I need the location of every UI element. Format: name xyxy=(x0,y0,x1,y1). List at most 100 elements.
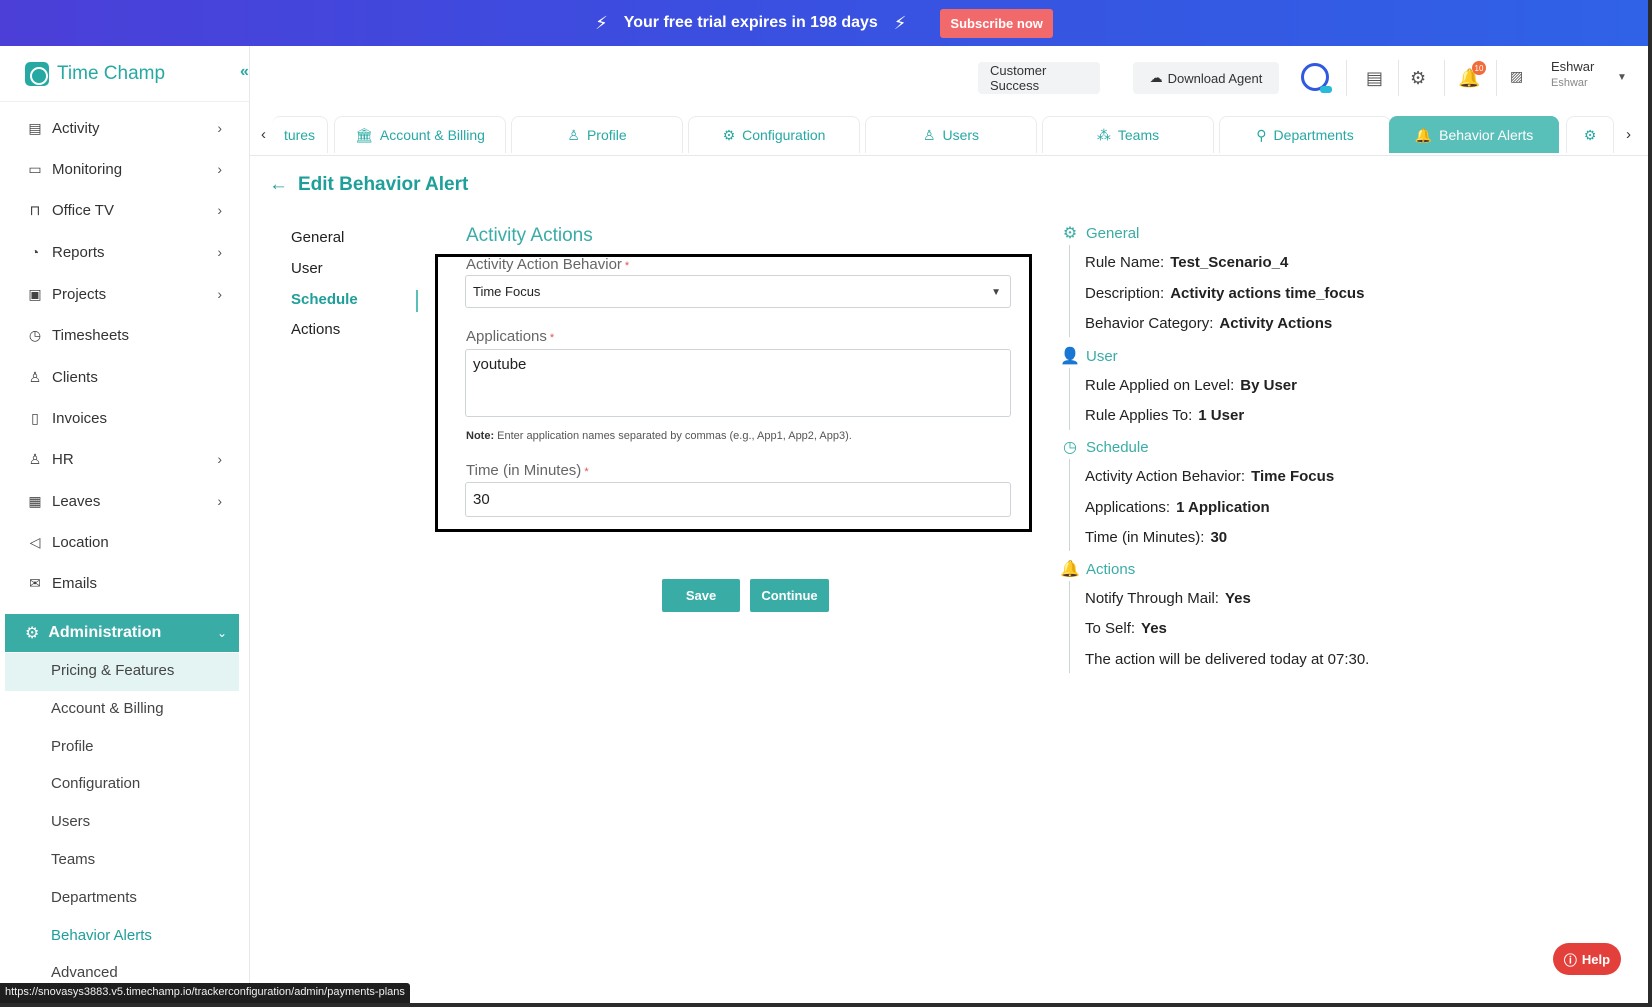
user-subtitle: Eshwar xyxy=(1551,77,1588,89)
clock-icon: ◷ xyxy=(28,326,42,343)
gear-icon: ⚙ xyxy=(1062,225,1078,242)
dropdown-caret-icon: ▼ xyxy=(991,287,1001,298)
tab-configuration[interactable]: ⚙ Configuration xyxy=(688,116,860,153)
clock-icon: ◷ xyxy=(1063,439,1077,456)
teams-icon: ⁂ xyxy=(1096,126,1111,143)
trial-text: Your free trial expires in 198 days xyxy=(623,14,878,31)
tab-users[interactable]: ♙ Users xyxy=(865,116,1037,153)
chevron-down-icon: ⌄ xyxy=(216,626,227,640)
applications-textarea[interactable]: youtube xyxy=(465,349,1011,417)
sidebar-item-office-tv[interactable]: ⊓ Office TV › xyxy=(24,195,230,225)
sidebar-item-invoices[interactable]: ▯ Invoices xyxy=(24,403,230,433)
sidebar-item-hr[interactable]: ♙ HR › xyxy=(24,444,230,474)
double-chevron-left-icon[interactable]: « xyxy=(240,63,249,81)
document-icon[interactable]: ▤ xyxy=(1366,68,1383,89)
gear-icon[interactable]: ⚙ xyxy=(1410,68,1426,89)
summary-category: Behavior Category: Activity Actions xyxy=(1085,315,1333,332)
mail-icon: ✉ xyxy=(29,574,41,591)
tab-advanced[interactable]: ⚙ xyxy=(1566,116,1614,153)
summary-general-heading: ⚙ General xyxy=(1060,223,1140,243)
subscribe-button[interactable]: Subscribe now xyxy=(940,8,1053,38)
sidebar-sub-departments[interactable]: Departments xyxy=(51,889,137,906)
applications-note: Note: Enter application names separated … xyxy=(466,430,852,442)
sidebar-item-emails[interactable]: ✉ Emails xyxy=(24,568,230,598)
app-window: ⚡ Your free trial expires in 198 days ⚡ … xyxy=(0,0,1648,1003)
tab-pricing-features[interactable]: tures xyxy=(272,116,328,153)
applications-label: Applications * xyxy=(466,328,555,345)
chevron-right-icon: › xyxy=(217,493,222,509)
sidebar-sub-teams[interactable]: Teams xyxy=(51,851,95,868)
behavior-label: Activity Action Behavior * xyxy=(466,256,630,273)
chevron-right-icon: › xyxy=(217,202,222,218)
summary-rail xyxy=(1069,245,1070,337)
question-circle-icon: ⓘ xyxy=(1563,952,1577,968)
summary-description: Description: Activity actions time_focus xyxy=(1085,285,1365,302)
step-schedule[interactable]: Schedule xyxy=(291,291,358,308)
sidebar-sub-configuration[interactable]: Configuration xyxy=(51,775,140,792)
person-icon: ♙ xyxy=(567,126,580,143)
behavior-select[interactable]: Time Focus ▼ xyxy=(465,275,1011,308)
summary-actions-heading: 🔔 Actions xyxy=(1060,560,1136,579)
sidebar: Time Champ « ▤ Activity › ▭ Monitoring ›… xyxy=(0,46,250,1003)
arrow-left-icon[interactable]: ← xyxy=(269,174,288,196)
tab-scroll-left-icon[interactable]: ‹ xyxy=(261,126,266,143)
time-input[interactable]: 30 xyxy=(465,482,1011,517)
monitor-icon: ▭ xyxy=(28,160,42,177)
sidebar-item-activity[interactable]: ▤ Activity › xyxy=(24,113,230,143)
sidebar-item-clients[interactable]: ♙ Clients xyxy=(24,362,230,392)
hr-icon: ♙ xyxy=(28,450,42,467)
gear-icon: ⚙ xyxy=(1583,126,1597,143)
users-icon: ♙ xyxy=(922,126,936,143)
tab-scroll-right-icon[interactable]: › xyxy=(1626,126,1631,143)
sidebar-item-leaves[interactable]: ▦ Leaves › xyxy=(24,486,230,516)
sidebar-sub-account-billing[interactable]: Account & Billing xyxy=(51,700,164,717)
customer-success-button[interactable]: Customer Success xyxy=(978,62,1100,94)
step-actions[interactable]: Actions xyxy=(291,321,340,338)
help-button[interactable]: ⓘ Help xyxy=(1553,943,1621,975)
app-logo[interactable]: Time Champ xyxy=(0,46,249,102)
location-icon: ◁ xyxy=(29,533,41,550)
tab-profile[interactable]: ♙ Profile xyxy=(511,116,683,153)
step-general[interactable]: General xyxy=(291,229,344,246)
user-name[interactable]: Eshwar xyxy=(1551,59,1594,74)
summary-level: Rule Applied on Level: By User xyxy=(1085,377,1297,394)
sidebar-item-timesheets[interactable]: ◷ Timesheets xyxy=(24,320,230,350)
calendar-icon: ▦ xyxy=(28,492,42,509)
invoice-icon: ▯ xyxy=(31,409,39,426)
sidebar-item-reports[interactable]: ◔ Reports › xyxy=(24,237,230,267)
sidebar-item-location[interactable]: ◁ Location xyxy=(24,527,230,557)
download-agent-button[interactable]: ☁ Download Agent xyxy=(1133,62,1279,94)
summary-schedule-heading: ◷ Schedule xyxy=(1060,437,1149,457)
sidebar-item-projects[interactable]: ▣ Projects › xyxy=(24,279,230,309)
summary-applications: Applications: 1 Application xyxy=(1085,499,1270,516)
chevron-down-icon[interactable]: ▼ xyxy=(1617,72,1627,83)
divider xyxy=(1496,60,1497,96)
pie-chart-icon: ◔ xyxy=(30,244,40,260)
sidebar-item-monitoring[interactable]: ▭ Monitoring › xyxy=(24,154,230,184)
tab-behavior-alerts[interactable]: 🔔 Behavior Alerts xyxy=(1389,116,1559,153)
hierarchy-icon: ⚲ xyxy=(1256,126,1267,143)
sidebar-sub-profile[interactable]: Profile xyxy=(51,738,94,755)
section-title: Activity Actions xyxy=(466,225,593,246)
sidebar-item-administration[interactable]: ⚙ Administration ⌄ xyxy=(5,614,239,652)
continue-button[interactable]: Continue xyxy=(750,579,829,612)
sidebar-sub-advanced[interactable]: Advanced xyxy=(51,964,118,981)
divider xyxy=(1346,60,1347,96)
status-bar-url: https://snovasys3883.v5.timechamp.io/tra… xyxy=(0,983,410,1003)
bell-icon: 🔔 xyxy=(1060,561,1080,578)
sidebar-sub-behavior-alerts[interactable]: Behavior Alerts xyxy=(51,927,152,944)
briefcase-icon: ▣ xyxy=(28,285,42,302)
summary-delivery: The action will be delivered today at 07… xyxy=(1085,651,1370,668)
sidebar-sub-pricing-features[interactable]: Pricing & Features xyxy=(51,662,174,679)
summary-rail xyxy=(1069,368,1070,430)
chat-logo-icon[interactable] xyxy=(1301,63,1332,93)
avatar[interactable]: ▨ xyxy=(1510,68,1523,85)
app-name: Time Champ xyxy=(57,62,166,84)
tab-teams[interactable]: ⁂ Teams xyxy=(1042,116,1214,153)
person-icon: 👤 xyxy=(1060,348,1080,365)
tab-departments[interactable]: ⚲ Departments xyxy=(1219,116,1391,153)
sidebar-sub-users[interactable]: Users xyxy=(51,813,90,830)
tab-account-billing[interactable]: 🏛 Account & Billing xyxy=(334,116,506,153)
step-user[interactable]: User xyxy=(291,260,323,277)
save-button[interactable]: Save xyxy=(662,579,740,612)
